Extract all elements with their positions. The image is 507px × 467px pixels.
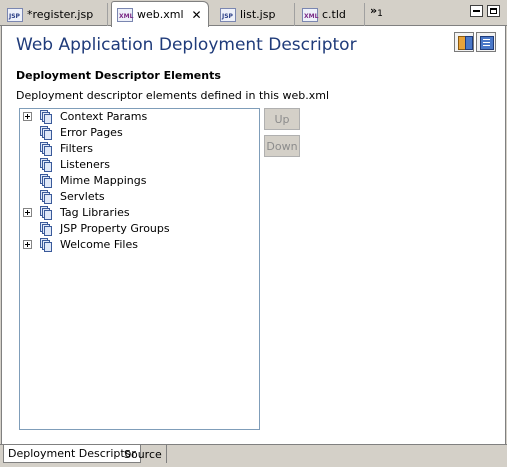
maximize-icon[interactable] bbox=[487, 5, 500, 17]
tab-label: c.tld bbox=[322, 8, 346, 21]
tab-web-xml[interactable]: XML web.xml ✕ bbox=[111, 1, 209, 27]
elements-icon bbox=[37, 205, 53, 221]
close-icon[interactable]: ✕ bbox=[192, 8, 202, 22]
expand-icon[interactable] bbox=[23, 208, 32, 217]
tab-label: web.xml bbox=[137, 8, 184, 21]
elements-icon bbox=[37, 157, 53, 173]
tab-label: list.jsp bbox=[240, 8, 276, 21]
tree-item-label: Error Pages bbox=[60, 126, 123, 139]
jsp-file-icon: JSP bbox=[220, 7, 236, 22]
tab-source[interactable]: Source bbox=[120, 445, 167, 463]
xml-file-icon: XML bbox=[117, 7, 133, 22]
tree-item-label: Tag Libraries bbox=[60, 206, 130, 219]
vertical-layout-icon[interactable] bbox=[476, 32, 496, 52]
section-description: Deployment descriptor elements defined i… bbox=[16, 89, 330, 102]
tab-list-jsp[interactable]: JSP list.jsp bbox=[215, 3, 295, 26]
page-title: Web Application Deployment Descriptor bbox=[16, 35, 357, 55]
minimize-icon[interactable] bbox=[470, 5, 483, 17]
horizontal-layout-icon[interactable] bbox=[454, 32, 474, 52]
section-title: Deployment Descriptor Elements bbox=[16, 69, 221, 82]
tree-item-label: Servlets bbox=[60, 190, 105, 203]
jsp-file-icon: JSP bbox=[7, 7, 23, 22]
descriptor-tree[interactable]: Context Params Error Pages Filters Liste… bbox=[19, 108, 260, 430]
elements-icon bbox=[37, 109, 53, 125]
tree-item-label: Listeners bbox=[60, 158, 110, 171]
tree-item-label: Context Params bbox=[60, 110, 148, 123]
tree-item-label: Welcome Files bbox=[60, 238, 138, 251]
tab-c-tld[interactable]: XML c.tld bbox=[297, 3, 365, 26]
tree-item-label: Mime Mappings bbox=[60, 174, 147, 187]
elements-icon bbox=[37, 189, 53, 205]
tree-item-label: Filters bbox=[60, 142, 93, 155]
down-button[interactable]: Down bbox=[264, 135, 300, 157]
expand-icon[interactable] bbox=[23, 240, 32, 249]
form-panel: Web Application Deployment Descriptor De… bbox=[1, 26, 506, 444]
page-tab-bar: Deployment Descriptor Source bbox=[0, 444, 507, 467]
elements-icon bbox=[37, 221, 53, 237]
tab-overflow-button[interactable]: »1 bbox=[370, 4, 383, 19]
up-button[interactable]: Up bbox=[264, 108, 300, 130]
elements-icon bbox=[37, 125, 53, 141]
expand-icon[interactable] bbox=[23, 112, 32, 121]
elements-icon bbox=[37, 237, 53, 253]
overflow-count: 1 bbox=[377, 9, 383, 19]
tree-item-label: JSP Property Groups bbox=[60, 222, 170, 235]
tab-register-jsp[interactable]: JSP *register.jsp bbox=[2, 3, 108, 26]
elements-icon bbox=[37, 173, 53, 189]
xml-file-icon: XML bbox=[302, 7, 318, 22]
elements-icon bbox=[37, 141, 53, 157]
editor-tab-bar: JSP *register.jsp XML web.xml ✕ JSP list… bbox=[0, 0, 507, 27]
tab-label: *register.jsp bbox=[27, 8, 94, 21]
